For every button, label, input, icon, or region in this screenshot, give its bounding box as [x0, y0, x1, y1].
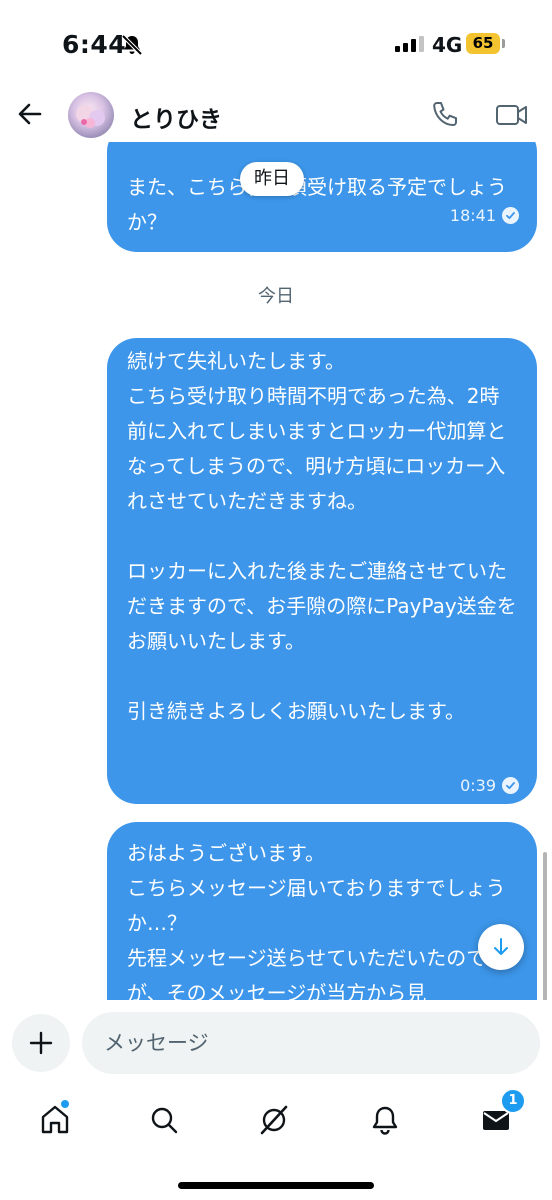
contact-name[interactable]: とりひき — [130, 100, 222, 134]
avatar-image — [68, 92, 114, 138]
silent-bell-icon — [121, 34, 143, 56]
date-pill: 昨日 — [240, 162, 304, 196]
nav-notifications[interactable] — [363, 1098, 407, 1142]
messages-badge: 1 — [500, 1088, 526, 1114]
read-check-icon — [502, 207, 519, 224]
scroll-to-bottom-button[interactable] — [478, 924, 524, 970]
message-text: 続けて失礼いたします。 こちら受け取り時間不明であった為、2時前に入れてしまいま… — [127, 349, 517, 723]
network-type: 4G — [432, 33, 463, 57]
home-notification-dot — [61, 1100, 69, 1108]
home-icon — [41, 1105, 69, 1134]
message-meta: 18:41 — [450, 198, 519, 233]
message-text: おはようございます。 こちらメッセージ届いておりますでしょうか…？ 先程メッセー… — [127, 841, 507, 1000]
message-composer — [0, 1010, 552, 1076]
message-bubble[interactable]: 続けて失礼いたします。 こちら受け取り時間不明であった為、2時前に入れてしまいま… — [107, 338, 537, 804]
message-input[interactable] — [82, 1012, 540, 1074]
back-button[interactable] — [12, 96, 48, 132]
arrow-down-icon — [494, 938, 508, 955]
conversation-header: とりひき — [0, 90, 552, 142]
grok-icon — [260, 1105, 288, 1135]
message-bubble[interactable]: また、こちら何時頃受け取る予定でしょうか？ 18:41 — [107, 142, 537, 252]
nav-search[interactable] — [142, 1098, 186, 1142]
message-thread[interactable]: また、こちら何時頃受け取る予定でしょうか？ 18:41 昨日 今日 続けて失礼い… — [0, 142, 552, 1000]
notifications-icon — [372, 1106, 398, 1135]
status-bar: 6:44 4G 65 — [0, 0, 552, 90]
battery-level: 65 — [466, 33, 500, 54]
battery-tip — [502, 39, 505, 48]
search-icon — [151, 1107, 178, 1134]
signal-icon — [395, 36, 424, 52]
scrollbar[interactable] — [543, 852, 547, 1000]
nav-home[interactable] — [33, 1098, 77, 1142]
date-separator: 今日 — [258, 286, 294, 307]
bottom-navigation: 1 — [0, 1088, 552, 1150]
avatar[interactable] — [68, 92, 114, 138]
video-call-icon[interactable] — [494, 98, 530, 132]
status-time: 6:44 — [62, 30, 127, 59]
message-meta: 0:39 — [460, 768, 519, 803]
nav-messages[interactable]: 1 — [474, 1088, 526, 1142]
phone-call-icon[interactable] — [428, 98, 462, 132]
nav-grok[interactable] — [252, 1098, 296, 1142]
message-time: 18:41 — [449, 206, 496, 225]
read-check-icon — [502, 777, 519, 794]
add-attachment-button[interactable] — [12, 1014, 70, 1072]
message-bubble[interactable]: おはようございます。 こちらメッセージ届いておりますでしょうか…？ 先程メッセー… — [107, 822, 537, 1000]
home-indicator[interactable] — [178, 1182, 374, 1189]
plus-icon — [29, 1031, 53, 1055]
message-time: 0:39 — [460, 776, 496, 795]
